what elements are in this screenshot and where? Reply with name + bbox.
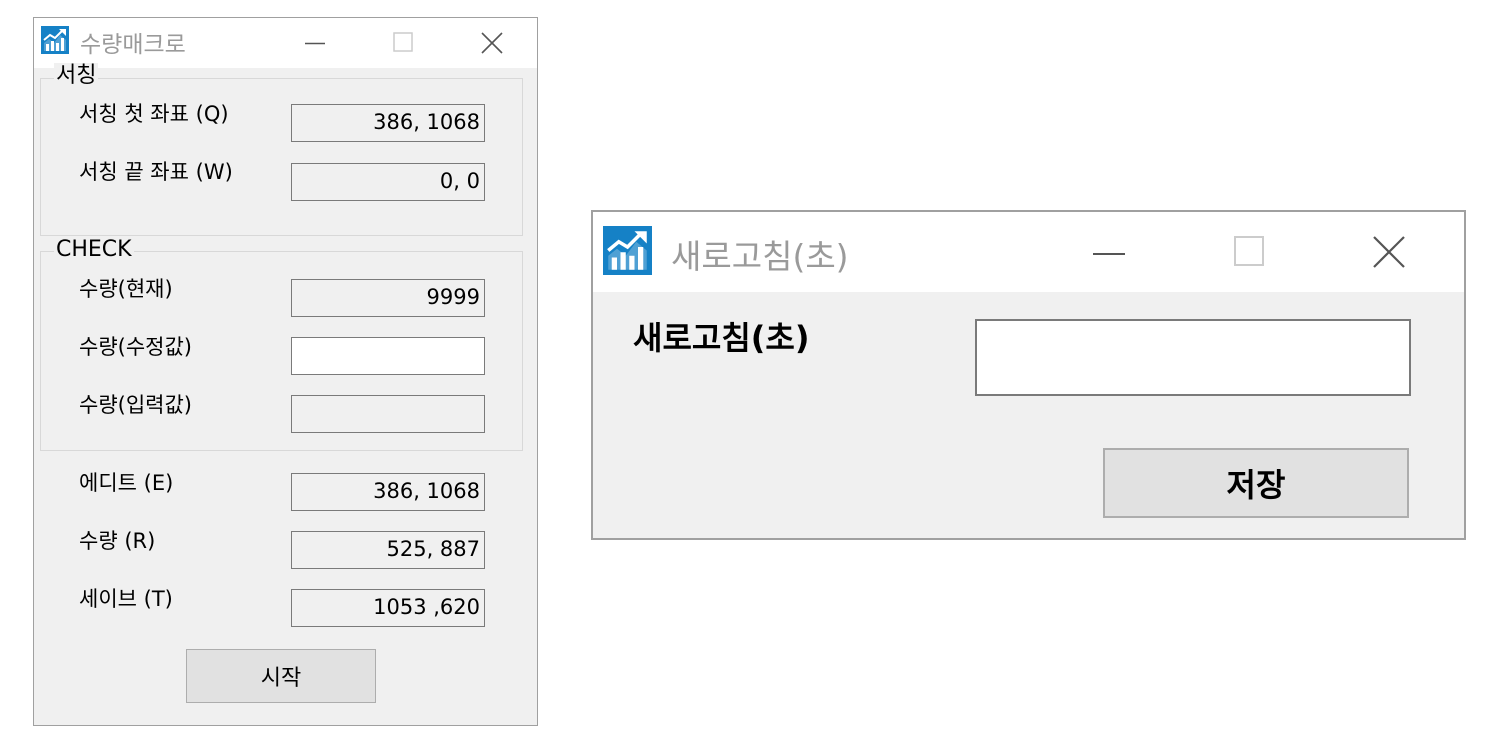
quantity-current-label: 수량(현재) (79, 277, 173, 301)
quantity-current-field[interactable]: 9999 (291, 279, 485, 317)
check-group-title: CHECK (54, 237, 134, 263)
save-button[interactable]: 저장 (1103, 448, 1409, 518)
maximize-icon (1233, 235, 1265, 267)
quantity-coord-field[interactable]: 525, 887 (291, 531, 485, 569)
start-button[interactable]: 시작 (186, 649, 376, 703)
minimize-icon[interactable] (304, 32, 326, 54)
macro-window: 수량매크로 서칭 서칭 첫 좌표 (Q) 386, 1068 서칭 끝 좌표 (… (33, 17, 538, 726)
close-icon[interactable] (480, 31, 504, 55)
search-last-coord-label: 서칭 끝 좌표 (W) (79, 160, 233, 184)
chart-icon (603, 226, 652, 275)
window-title: 수량매크로 (80, 32, 186, 58)
refresh-seconds-field[interactable] (975, 319, 1411, 396)
searching-group-title: 서칭 (54, 63, 99, 89)
quantity-coord-label: 수량 (R) (79, 529, 156, 553)
save-coord-label: 세이브 (T) (79, 587, 173, 611)
maximize-icon (392, 31, 414, 53)
save-coord-field[interactable]: 1053 ,620 (291, 589, 485, 627)
quantity-input-field[interactable] (291, 395, 485, 433)
minimize-icon[interactable] (1092, 239, 1126, 269)
refresh-seconds-label: 새로고침(초) (633, 319, 810, 357)
quantity-input-label: 수량(입력값) (79, 393, 192, 417)
edit-coord-label: 에디트 (E) (79, 471, 174, 495)
title-bar[interactable]: 새로고침(초) (593, 212, 1464, 292)
search-first-coord-label: 서칭 첫 좌표 (Q) (79, 102, 229, 126)
chart-icon (41, 26, 69, 54)
quantity-modified-label: 수량(수정값) (79, 335, 192, 359)
quantity-modified-field[interactable] (291, 337, 485, 375)
search-last-coord-field[interactable]: 0, 0 (291, 163, 485, 201)
title-bar[interactable]: 수량매크로 (34, 18, 537, 68)
search-first-coord-field[interactable]: 386, 1068 (291, 104, 485, 142)
edit-coord-field[interactable]: 386, 1068 (291, 473, 485, 511)
refresh-window: 새로고침(초) 새로고침(초) 저장 (591, 210, 1466, 540)
window-title: 새로고침(초) (671, 237, 849, 276)
close-icon[interactable] (1372, 235, 1406, 269)
